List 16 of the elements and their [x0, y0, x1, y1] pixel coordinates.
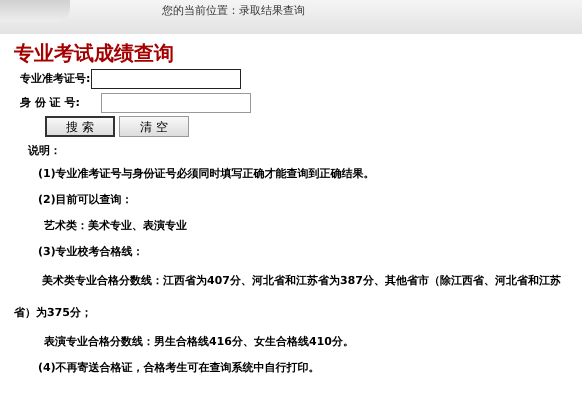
- notes-heading: 说明：: [28, 143, 62, 159]
- input-field[interactable]: [101, 93, 251, 113]
- page-title: 专业考试成绩查询: [14, 40, 175, 66]
- input-field[interactable]: [91, 69, 242, 89]
- note-text: 美术类专业合格分数线：江西省为407分、河北省和江苏省为387分、其他省市（除江西省、河北省和江苏省）为375分；: [13, 273, 562, 321]
- note-text: (3)专业校考合格线：: [37, 244, 145, 260]
- note-text: (1)专业准考证号与身份证号必须同时填写正确才能查询到正确结果。: [37, 166, 376, 182]
- clear-button[interactable]: 清 空: [119, 116, 189, 137]
- note-text: (4)不再寄送合格证，合格考生可在查询系统中自行打印。: [37, 360, 321, 376]
- search-button[interactable]: 搜 索: [45, 116, 115, 137]
- note-text: 艺术类：美术专业、表演专业: [43, 218, 188, 234]
- note-text: (2)目前可以查询：: [37, 192, 134, 208]
- note-text: 表演专业合格分数线：男生合格线416分、女生合格线410分。: [43, 334, 355, 350]
- field-label: 专业准考证号:: [20, 70, 90, 87]
- field-label: 身 份 证 号:: [20, 94, 81, 111]
- breadcrumb: 您的当前位置：录取结果查询: [162, 3, 305, 19]
